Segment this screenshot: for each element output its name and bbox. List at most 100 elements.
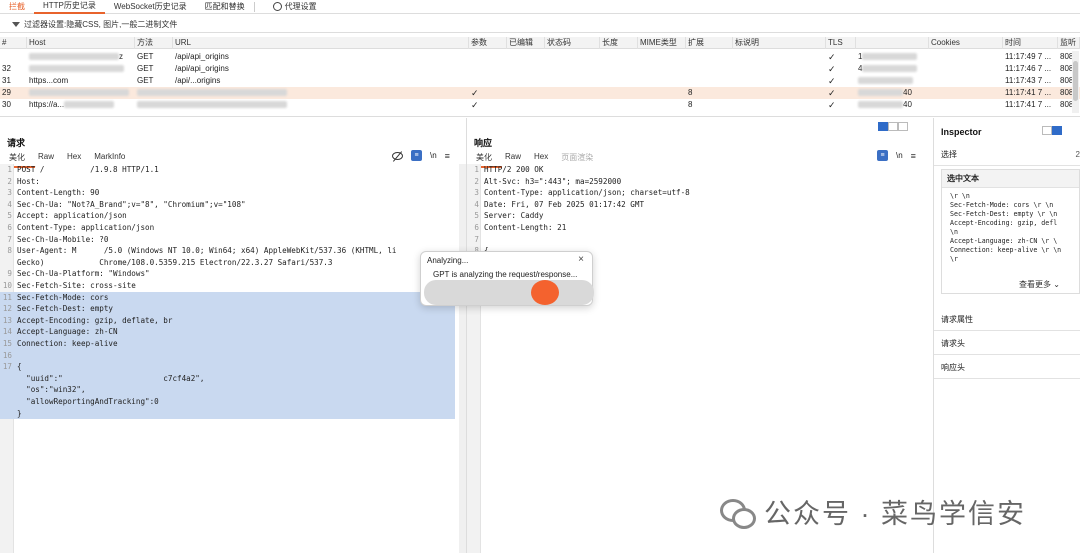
col-header-listener[interactable]: 监听 xyxy=(1058,37,1080,49)
code-line: 9 Sec-Ch-Ua-Platform: "Windows" xyxy=(0,268,455,280)
line-text: Date: Fri, 07 Feb 2025 01:17:42 GMT xyxy=(484,199,645,209)
table-scrollbar[interactable] xyxy=(1072,51,1079,113)
code-line: 11 Sec-Fetch-Mode: cors xyxy=(0,291,455,304)
col-header-status[interactable]: 状态码 xyxy=(545,37,600,49)
menu-icon[interactable]: ≡ xyxy=(445,151,450,161)
col-header-num[interactable]: # xyxy=(0,37,27,49)
menu-icon[interactable]: ≡ xyxy=(911,151,916,161)
col-header-cookies[interactable]: Cookies xyxy=(929,37,1003,49)
row-time: 11:17:43 7 ... xyxy=(1005,76,1052,85)
dialog-title: Analyzing... xyxy=(427,256,469,265)
inspector-split-icon[interactable] xyxy=(1052,126,1062,135)
col-header-title[interactable]: 标说明 xyxy=(733,37,826,49)
inspector-section-request-attributes[interactable]: 请求属性 xyxy=(934,309,1080,331)
wrap-toggle-icon[interactable]: ≡ xyxy=(877,150,888,161)
col-header-edited[interactable]: 已编辑 xyxy=(507,37,545,49)
col-header-host[interactable]: Host xyxy=(27,37,135,49)
code-line: 1 HTTP/2 200 OK xyxy=(467,164,922,176)
layout-split-icon[interactable] xyxy=(878,122,888,131)
row-host xyxy=(27,63,135,75)
col-header-tls[interactable]: TLS xyxy=(826,37,856,49)
col-header-method[interactable]: 方法 xyxy=(135,37,173,49)
tab-websocket-history[interactable]: WebSocket历史记录 xyxy=(105,0,196,14)
code-line: 8 User-Agent: M /5.0 (Windows NT 10.0; Wi… xyxy=(0,245,455,257)
line-number: 2 xyxy=(474,176,479,186)
col-header-mime[interactable]: MIME类型 xyxy=(638,37,686,49)
table-row[interactable]: 29 ✓ 8 ✓ 40 11:17:41 7 ... 8080 xyxy=(0,87,1080,99)
layout-tabs-icon[interactable] xyxy=(898,122,908,131)
row-ip: 40 xyxy=(856,99,929,111)
line-number: 7 xyxy=(474,234,479,244)
layout-horizontal-icon[interactable] xyxy=(888,122,898,131)
filter-bar[interactable]: 过滤器设置:隐藏CSS, 图片,一般二进制文件 xyxy=(0,16,1080,33)
row-ip: 1 xyxy=(856,51,929,63)
row-time: 11:17:41 7 ... xyxy=(1005,100,1052,109)
code-line: 1 POST / /1.9.8 HTTP/1.1 xyxy=(0,164,455,176)
line-number: 5 xyxy=(474,211,479,221)
row-url: /api/...origins xyxy=(175,76,221,85)
line-text: Connection: keep-alive xyxy=(17,339,118,348)
line-text: "allowReportingAndTracking":0 xyxy=(17,397,159,406)
wrap-toggle-icon[interactable]: ≡ xyxy=(411,150,422,161)
selection-label: 选择 xyxy=(941,150,957,159)
line-text: Sec-Ch-Ua: "Not?A_Brand";v="8", "Chromiu… xyxy=(17,199,246,209)
tab-http-history[interactable]: HTTP历史记录 xyxy=(34,0,105,14)
col-header-extension[interactable]: 扩展 xyxy=(686,37,733,49)
row-num: 31 xyxy=(2,76,11,85)
request-toolbar: ≡ \n ≡ xyxy=(392,150,450,161)
request-editor[interactable]: 1 POST / /1.9.8 HTTP/1.1 2 Host: 3 Content-L… xyxy=(0,164,466,553)
table-row[interactable]: 31 https...com GET /api/...origins ✓ 11:… xyxy=(0,75,1080,87)
filter-icon xyxy=(12,21,20,27)
line-number: 6 xyxy=(7,223,12,232)
inspector-selection[interactable]: 选择 2 xyxy=(934,144,1080,166)
table-row[interactable]: 32 GET /api/api_origins ✓ 4 11:17:46 7 .… xyxy=(0,63,1080,75)
row-time: 11:17:46 7 ... xyxy=(1005,64,1052,73)
code-line: 14 Accept-Language: zh-CN xyxy=(0,326,455,338)
row-ip: 40 xyxy=(856,87,929,99)
row-extension: 8 xyxy=(688,88,693,97)
row-host-text: https://a... xyxy=(29,100,65,109)
selected-text-box: 选中文本 \r \n Sec-Fetch-Mode: cors \r \n Sec-… xyxy=(941,169,1080,294)
col-header-url[interactable]: URL xyxy=(173,37,469,49)
line-number: 5 xyxy=(7,211,12,221)
close-icon[interactable]: × xyxy=(578,254,584,265)
tab-match-replace[interactable]: 匹配和替换 xyxy=(196,0,264,14)
code-line: 2 Alt-Svc: h3=":443"; ma=2592000 xyxy=(467,176,922,188)
inspector-section-request-headers[interactable]: 请求头 xyxy=(934,333,1080,355)
response-title: 响应 xyxy=(474,138,493,148)
col-header-length[interactable]: 长度 xyxy=(600,37,638,49)
col-header-params[interactable]: 参数 xyxy=(469,37,507,49)
line-text: } xyxy=(17,408,22,418)
row-tls: ✓ xyxy=(828,100,836,110)
table-row[interactable]: z GET /api/api_origins ✓ 1 11:17:49 7 ..… xyxy=(0,51,1080,63)
request-scrollbar[interactable] xyxy=(459,164,466,553)
line-text: Sec-Ch-Ua-Mobile: ?0 xyxy=(17,234,109,244)
line-number: 13 xyxy=(2,315,12,325)
pane-divider[interactable] xyxy=(0,116,1080,117)
see-more-link[interactable]: 查看更多 ⌄ xyxy=(1019,279,1060,290)
eye-off-icon[interactable] xyxy=(392,151,403,160)
inspector-section-response-headers[interactable]: 响应头 xyxy=(934,357,1080,379)
line-text: Sec-Fetch-Dest: empty xyxy=(17,304,114,314)
inspector-list-icon[interactable] xyxy=(1042,126,1052,135)
line-number: 14 xyxy=(2,327,12,337)
table-row[interactable]: 30 https://a... ✓ 8 ✓ 40 11:17:41 7 ... … xyxy=(0,99,1080,111)
line-text: Server: Caddy xyxy=(484,211,544,221)
selected-text-title: 选中文本 xyxy=(942,170,1079,188)
tab-proxy-settings[interactable]: 代理设置 xyxy=(264,0,326,14)
col-header-time[interactable]: 时间 xyxy=(1003,37,1058,49)
code-line: Gecko) Chrome/108.0.5359.215 Electron/22… xyxy=(0,257,455,269)
tab-intercept[interactable]: 拦截 xyxy=(0,0,34,14)
chevron-down-icon: ⌄ xyxy=(1053,280,1060,289)
table-scrollbar-thumb[interactable] xyxy=(1073,61,1078,101)
newline-toggle[interactable]: \n xyxy=(896,151,903,160)
redacted-block xyxy=(858,101,903,109)
row-ip-text: 40 xyxy=(903,100,912,109)
dialog-message: GPT is analyzing the request/response... xyxy=(433,270,578,279)
newline-toggle[interactable]: \n xyxy=(430,151,437,160)
redacted-block xyxy=(862,65,918,73)
line-number: 11 xyxy=(2,292,12,302)
line-text: User-Agent: M /5.0 (Windows NT 10.0; Win… xyxy=(17,246,397,256)
col-header-ip[interactable] xyxy=(856,37,929,49)
code-line: 4 Date: Fri, 07 Feb 2025 01:17:42 GMT xyxy=(467,199,922,211)
